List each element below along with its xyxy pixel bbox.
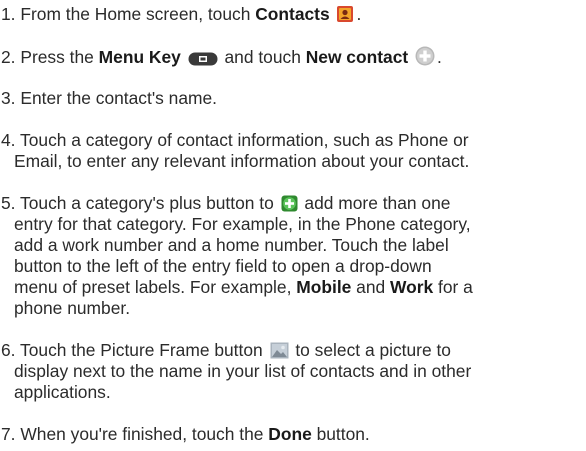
step-5-line-5c: for a [433,277,473,297]
contacts-label: Contacts [255,4,330,24]
step-5-line-4: button to the left of the entry field to… [14,256,432,276]
step-7: 7. When you're finished, touch the Done … [1,424,370,445]
step-6-line-1b: to select a picture to [290,340,451,360]
step-3-text: Enter the contact's name. [20,88,218,108]
step-3: 3. Enter the contact's name. [1,88,217,109]
step-7-text-a: When you're finished, touch the [20,424,269,444]
instruction-page: 1. From the Home screen, touch Contacts … [0,0,586,451]
step-2-number: 2. [1,47,16,67]
step-6: 6. Touch the Picture Frame button to sel… [1,340,451,361]
step-6-line-3: applications. [14,382,111,402]
step-4-line-2: Email, to enter any relevant information… [14,151,470,171]
contacts-app-icon [336,5,354,23]
add-entry-plus-icon [281,195,298,212]
step-5: 5. Touch a category's plus button to add… [1,193,450,214]
step-2: 2. Press the Menu Key and touch New cont… [1,46,442,68]
new-contact-plus-icon [415,46,435,66]
step-4-line-1: Touch a category of contact information,… [20,130,469,150]
step-7-text-b: button. [311,424,370,444]
step-5-line-5: menu of preset labels. For example, Mobi… [14,277,473,298]
step-5-line-3: add a work number and a home number. Tou… [14,235,449,255]
step-5-line-2: entry for that category. For example, in… [14,214,471,234]
step-5-line-5b: and [351,277,391,297]
step-1: 1. From the Home screen, touch Contacts … [1,4,361,25]
step-4: 4. Touch a category of contact informati… [1,130,469,151]
new-contact-label: New contact [305,47,409,67]
done-label: Done [268,424,312,444]
step-1-period: . [356,4,362,24]
step-5-number: 5. [1,193,16,213]
picture-frame-icon [270,342,289,359]
step-5-line-1b: add more than one [299,193,451,213]
step-3-number: 3. [1,88,16,108]
step-2-period: . [437,47,442,67]
step-5-line-1a: Touch a category's plus button to [20,193,279,213]
step-2-text-b: and touch [224,47,306,67]
step-6-line-2: display next to the name in your list of… [14,361,472,381]
step-6-line-1a: Touch the Picture Frame button [20,340,268,360]
mobile-label: Mobile [296,277,352,297]
step-1-number: 1. [1,4,16,24]
step-6-number: 6. [1,340,16,360]
step-7-number: 7. [1,424,16,444]
step-5-line-5a: menu of preset labels. For example, [14,277,297,297]
menu-key-label: Menu Key [98,47,181,67]
step-2-text-a: Press the [20,47,99,67]
work-label: Work [390,277,434,297]
step-4-number: 4. [1,130,16,150]
step-1-text: From the Home screen, touch [20,4,256,24]
menu-key-icon [188,52,218,66]
step-5-line-6: phone number. [14,298,131,318]
